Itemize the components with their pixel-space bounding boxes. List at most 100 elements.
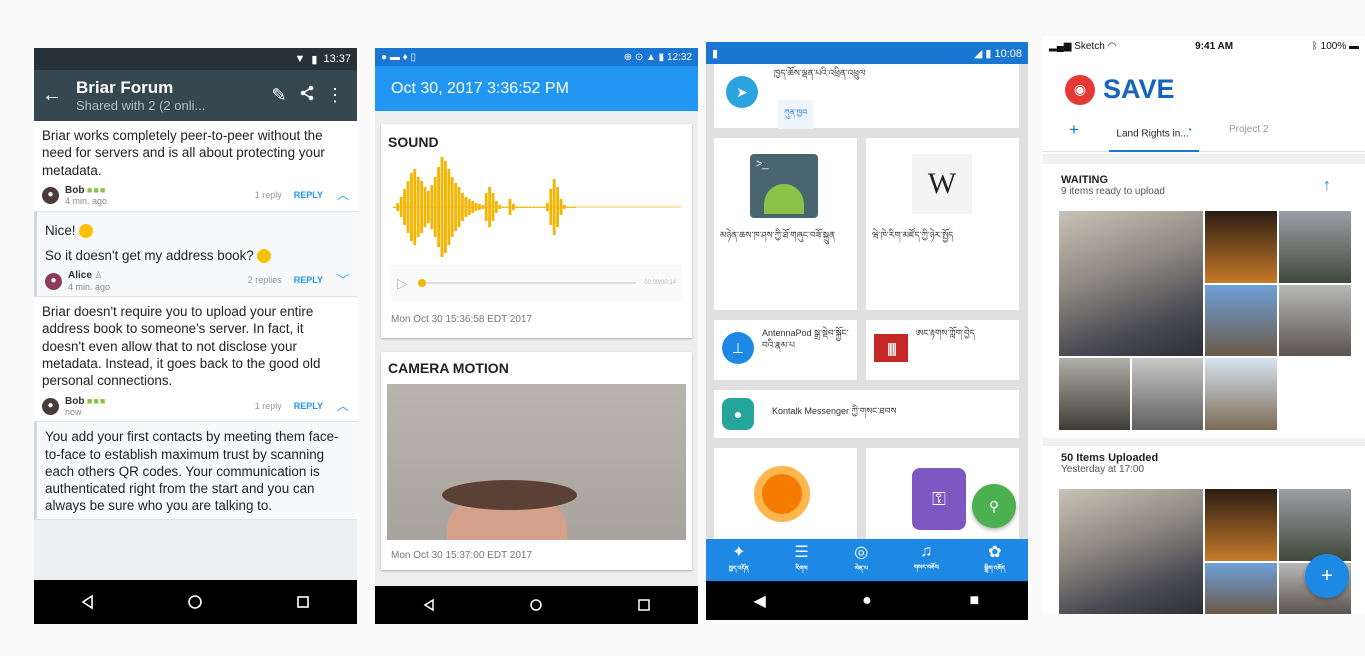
home-nav-icon[interactable]: ● — [854, 588, 880, 614]
app-tile-barcode[interactable]: ||||| ཨང་རྟགས་ཀློག་བྱེད — [866, 320, 1019, 380]
share-icon[interactable] — [293, 85, 321, 106]
post-text: Briar works completely peer-to-peer with… — [42, 128, 325, 178]
bottom-navigation: ✦ ཁྱད་འདོན ☰ རིགས ◎ ལེན་པ ♫ གསར་བཅོས ✿ སྒྲིག་… — [706, 539, 1028, 581]
uploaded-section: 50 Items Uploaded Yesterday at 17:00 — [1061, 452, 1158, 475]
recents-nav-icon[interactable]: ■ — [961, 588, 987, 614]
search-icon: ⚲ — [988, 497, 1000, 514]
telegram-icon: ➤ — [726, 76, 758, 108]
camera-title: CAMERA MOTION — [388, 360, 509, 376]
reply-count: 1 reply — [254, 400, 282, 411]
tab-project-2[interactable]: Project 2 — [1229, 124, 1268, 135]
home-nav-icon[interactable] — [182, 589, 208, 615]
sound-card: SOUND ▷ 00:00/00:14 Mon Oct 30 15:36:58 … — [381, 124, 692, 338]
post-time: 4 min. ago — [65, 196, 108, 207]
reply-count: 2 replies — [247, 275, 282, 286]
chevron-up-icon[interactable]: ︿ — [337, 188, 349, 203]
category-chip[interactable]: ཀུན་ཁྱབ — [778, 100, 814, 129]
signal-icon: ◢ ▮ — [973, 47, 995, 60]
status-time: 12:32 — [666, 51, 692, 63]
reply-button[interactable]: REPLY — [294, 190, 323, 202]
nav-whats-new[interactable]: ✦ ཁྱད་འདོན — [729, 542, 749, 579]
post-text: You add your first contacts by meeting t… — [45, 429, 339, 514]
app-description: Kontalk Messenger ཀྱི་གསང་ཐབས — [772, 406, 897, 416]
chevron-up-icon[interactable]: ︿ — [337, 399, 349, 414]
emoji-icon — [79, 224, 94, 239]
add-media-fab[interactable]: + — [1305, 554, 1349, 598]
add-project-icon[interactable]: + — [1069, 120, 1079, 140]
photo-thumbnail[interactable] — [1059, 211, 1203, 356]
nearby-icon: ◎ — [854, 543, 869, 561]
play-icon[interactable]: ▷ — [397, 275, 408, 292]
photo-thumbnail[interactable] — [1059, 358, 1130, 430]
nav-updates[interactable]: ♫ གསར་བཅོས — [914, 543, 939, 578]
app-tile-osmand[interactable] — [714, 448, 857, 540]
back-nav-icon[interactable]: ◀ — [747, 588, 773, 614]
sound-title: SOUND — [388, 134, 439, 150]
app-tile-kontalk[interactable]: ● Kontalk Messenger ཀྱི་གསང་ཐབས — [714, 390, 1019, 438]
nav-nearby[interactable]: ◎ ལེན་པ — [854, 542, 868, 579]
wifi-icon: ▼ — [294, 53, 306, 65]
avatar: ● — [45, 272, 62, 290]
status-bar: ● ▬ ♦ ▯ ⊕ ⊙ ▲ ▮ 12:32 — [375, 48, 698, 66]
photo-thumbnail[interactable] — [1205, 563, 1277, 614]
post-text: Nice! — [45, 222, 76, 238]
edit-pencil-icon[interactable]: ✎ — [265, 85, 293, 106]
nav-label: གསར་བཅོས — [913, 564, 939, 571]
briar-phone: ▼ ▮ 13:37 ← Briar Forum Shared with 2 (2… — [34, 48, 357, 624]
search-fab[interactable]: ⚲ — [972, 484, 1016, 528]
project-tabs: + Land Rights in...• Project 2 — [1043, 116, 1365, 152]
avatar: ● — [42, 187, 59, 205]
photo-thumbnail[interactable] — [1205, 489, 1277, 561]
waiting-subtitle: 9 items ready to upload — [1061, 186, 1165, 197]
nav-categories[interactable]: ☰ རིགས — [794, 542, 808, 579]
wikipedia-icon: W — [912, 154, 972, 214]
reply-button[interactable]: REPLY — [294, 275, 323, 287]
camera-motion-image — [387, 384, 686, 540]
post-text: So it doesn't get my address book? — [45, 247, 254, 263]
divider — [1043, 438, 1365, 446]
home-nav-icon[interactable] — [523, 592, 549, 618]
antenna-icon: ⊥ — [722, 332, 754, 364]
camera-timestamp: Mon Oct 30 15:37:00 EDT 2017 — [391, 550, 533, 561]
sound-waveform — [393, 157, 681, 257]
app-tile-wikipedia[interactable]: W ཝེ་ཁེ་རིག་མཛོད་ཀྱི་ཉེར་སྤྱོད — [866, 138, 1019, 310]
photo-thumbnail[interactable] — [1279, 285, 1351, 356]
seek-bar[interactable] — [425, 282, 637, 284]
recents-nav-icon[interactable] — [631, 592, 657, 618]
back-nav-icon[interactable] — [416, 592, 442, 618]
plus-icon: + — [1321, 564, 1333, 587]
sim-icon: ▮ — [712, 47, 719, 60]
upload-arrow-icon[interactable]: ↑ — [1323, 177, 1331, 195]
tab-land-rights[interactable]: Land Rights in...• — [1109, 124, 1199, 152]
photo-thumbnail[interactable] — [1059, 489, 1203, 614]
status-bar: ▮ ◢ ▮ 10:08 — [706, 42, 1028, 64]
event-date: Oct 30, 2017 3:36:52 PM — [391, 80, 569, 97]
nav-settings[interactable]: ✿ སྒྲིག་འགོད — [984, 542, 1005, 579]
chevron-down-icon[interactable]: ﹀ — [337, 273, 349, 288]
battery-icon: ▮ — [311, 53, 318, 66]
app-tile-antennapod[interactable]: ⊥ AntennaPod སྒྲ་སྡེབ་སྐྱོང་བའི་རྣམ་པ — [714, 320, 857, 380]
photo-thumbnail[interactable] — [1205, 211, 1277, 283]
kontalk-icon: ● — [722, 398, 754, 430]
photo-thumbnail[interactable] — [1132, 358, 1203, 430]
photo-thumbnail[interactable] — [1205, 285, 1277, 356]
photo-thumbnail[interactable] — [1279, 489, 1351, 561]
reply-button[interactable]: REPLY — [294, 401, 323, 413]
forum-subtitle: Shared with 2 (2 onli... — [76, 98, 206, 113]
photo-thumbnail[interactable] — [1205, 358, 1277, 430]
notification-icons: ● ▬ ♦ ▯ — [381, 51, 416, 63]
back-nav-icon[interactable] — [75, 589, 101, 615]
overflow-menu-icon[interactable]: ⋮ — [321, 85, 349, 106]
seek-handle[interactable] — [417, 279, 426, 287]
recents-nav-icon[interactable] — [290, 589, 316, 615]
app-tile-telegram[interactable]: ➤ ཁྱད་ཆོས་ལྡན་པའི་འཕྲིན་འཕྲུལ ཀུན་ཁྱབ — [714, 64, 1019, 129]
status-time: 9:41 AM — [1195, 40, 1234, 52]
app-tile-termux[interactable]: >_ མཉེན་ཆས་ཁ་ཤས་ཀྱི་ཐོ་གཞུང་བཟོ་སྐྲུན — [714, 138, 857, 310]
photo-thumbnail[interactable] — [1279, 211, 1351, 283]
app-description: མཉེན་ཆས་ཁ་ཤས་ཀྱི་ཐོ་གཞུང་བཟོ་སྐྲུན — [720, 230, 836, 240]
waiting-title: WAITING — [1061, 174, 1109, 186]
termux-android-icon: >_ — [750, 154, 818, 218]
back-arrow-icon[interactable]: ← — [42, 84, 76, 107]
nav-label: ཁྱད་འདོན — [728, 565, 749, 572]
android-nav-bar — [375, 586, 698, 624]
